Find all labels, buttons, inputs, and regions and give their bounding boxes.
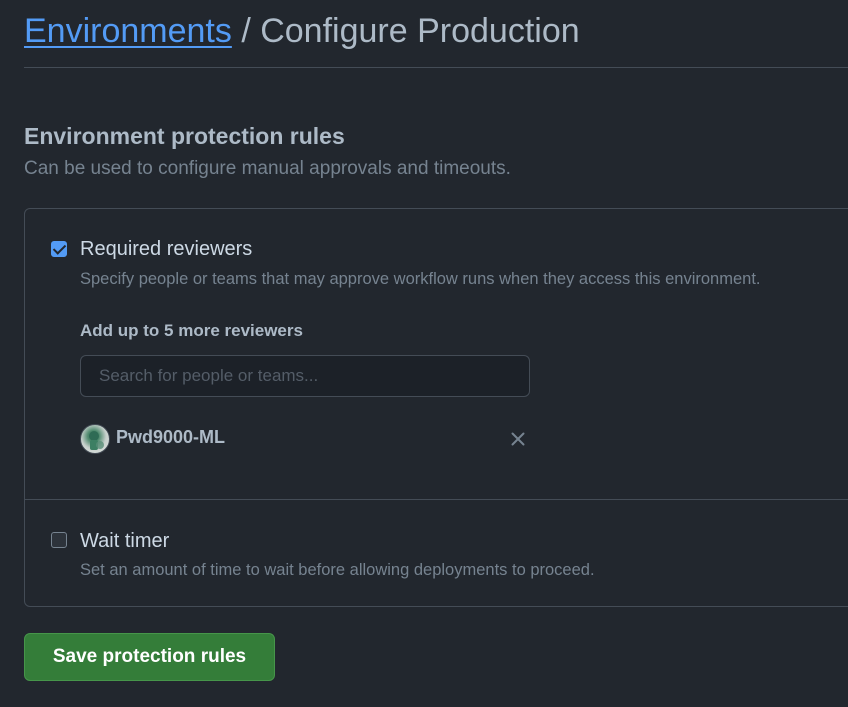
avatar-icon bbox=[80, 424, 110, 454]
reviewer-item: Pwd9000-ML bbox=[80, 424, 530, 454]
wait-timer-title[interactable]: Wait timer bbox=[80, 529, 169, 553]
reviewer-search-input[interactable] bbox=[80, 355, 530, 397]
close-icon[interactable] bbox=[508, 429, 528, 449]
page-header: Environments / Configure Production bbox=[24, 8, 580, 54]
header-divider bbox=[24, 67, 848, 68]
wait-timer-checkbox[interactable] bbox=[51, 532, 67, 548]
save-protection-rules-button[interactable]: Save protection rules bbox=[24, 633, 275, 681]
breadcrumb-environments-link[interactable]: Environments bbox=[24, 12, 232, 50]
required-reviewers-checkbox[interactable] bbox=[51, 241, 67, 257]
page-title: Configure Production bbox=[260, 12, 580, 50]
section-title: Environment protection rules bbox=[24, 123, 345, 149]
rules-divider bbox=[25, 499, 848, 500]
required-reviewers-description: Specify people or teams that may approve… bbox=[80, 270, 761, 288]
add-reviewers-label: Add up to 5 more reviewers bbox=[80, 321, 303, 340]
required-reviewers-title[interactable]: Required reviewers bbox=[80, 237, 252, 261]
breadcrumb-separator: / bbox=[231, 12, 261, 50]
protection-rules-box: Required reviewers Specify people or tea… bbox=[24, 208, 848, 607]
page: Environments / Configure Production Envi… bbox=[0, 0, 848, 707]
reviewer-name: Pwd9000-ML bbox=[116, 427, 226, 447]
section-description: Can be used to configure manual approval… bbox=[24, 158, 511, 179]
wait-timer-description: Set an amount of time to wait before all… bbox=[80, 561, 595, 579]
